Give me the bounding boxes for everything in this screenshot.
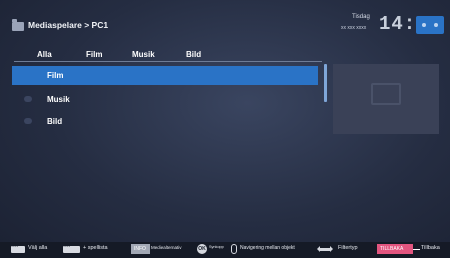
status-dot <box>422 23 426 27</box>
left-right-arrows-icon <box>317 246 333 252</box>
list-item-bild[interactable]: Bild <box>12 112 318 131</box>
back-key: TILLBAKA <box>377 244 413 254</box>
list-item-label: Film <box>47 71 64 80</box>
playlist-key-icon <box>63 244 80 253</box>
navigation-icon <box>231 244 237 254</box>
day-label: Tisdag <box>352 14 370 20</box>
folder-icon <box>24 96 32 102</box>
video-thumbnail-icon <box>371 83 401 105</box>
date-label: xx xxx xxxx <box>341 25 367 31</box>
info-key: INFO <box>131 244 150 254</box>
back-arrow-icon <box>413 249 420 250</box>
breadcrumb-title: Mediaspelare > PC1 <box>28 20 109 30</box>
top-bar: Mediaspelare > PC1 Tisdag xx xxx xxxx 14… <box>0 0 450 44</box>
list-item-musik[interactable]: Musik <box>12 90 318 109</box>
status-dot <box>434 23 438 27</box>
list-item-label: Bild <box>47 117 63 126</box>
tab-musik[interactable]: Musik <box>132 50 155 59</box>
tab-bild[interactable]: Bild <box>186 50 201 59</box>
folder-icon <box>12 19 24 31</box>
filter-hint: Filtertyp <box>338 245 358 251</box>
select-all-key-icon <box>11 244 25 253</box>
navigate-hint: Navigering mellan objekt <box>240 245 295 251</box>
media-options-hint: Mediealternativ <box>151 245 182 250</box>
ok-key: OK <box>197 244 207 254</box>
list-item-film[interactable]: Film <box>12 66 318 85</box>
tab-underline <box>14 61 322 62</box>
select-all-hint: Välj alla <box>28 245 48 251</box>
tab-alla[interactable]: Alla <box>37 50 52 59</box>
tab-film[interactable]: Film <box>86 50 102 59</box>
playlist-hint: + spellista <box>83 245 108 251</box>
status-badge <box>416 16 444 34</box>
folder-icon <box>24 118 32 124</box>
sync-hint: Synkopp <box>209 245 224 249</box>
list-item-label: Musik <box>47 95 70 104</box>
list-scrollbar[interactable] <box>324 64 327 102</box>
back-hint: Tillbaka <box>421 245 440 251</box>
